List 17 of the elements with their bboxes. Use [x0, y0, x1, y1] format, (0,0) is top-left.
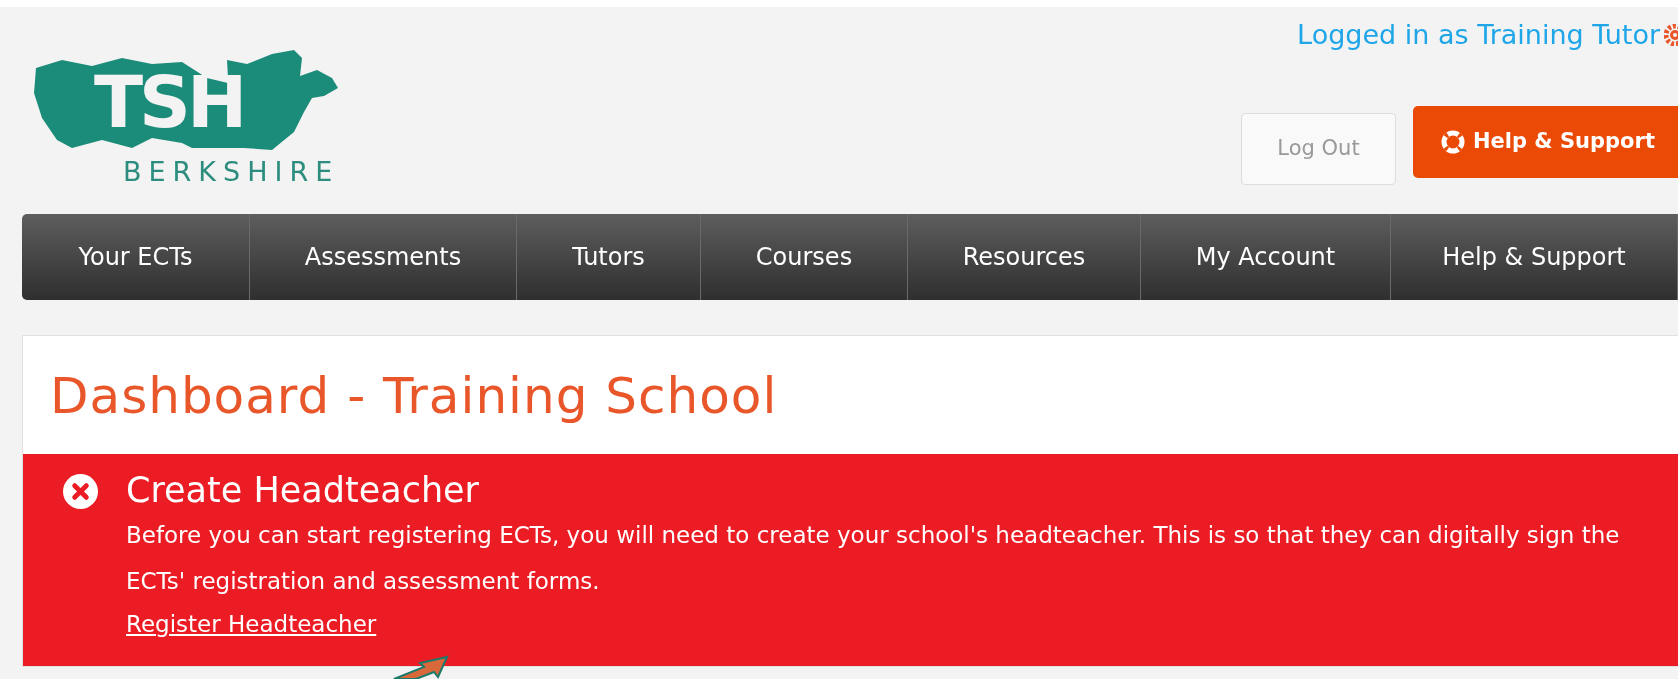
nav-item[interactable]: Help & Support — [1391, 214, 1678, 300]
nav-item[interactable]: My Account — [1141, 214, 1391, 300]
error-icon — [63, 474, 98, 509]
alert-title: Create Headteacher — [126, 469, 479, 512]
pointer-arrow-drawing — [392, 655, 450, 679]
lifebuoy-icon — [1441, 129, 1465, 154]
help-support-button[interactable]: Help & Support — [1413, 105, 1678, 178]
nav-item[interactable]: Your ECTs — [22, 214, 250, 300]
logo-mark: TSH — [94, 66, 244, 138]
nav-item[interactable]: Courses — [701, 214, 908, 300]
register-headteacher-link[interactable]: Register Headteacher — [126, 604, 377, 644]
nav-item[interactable]: Assessments — [250, 214, 517, 300]
nav-item[interactable]: Tutors — [517, 214, 701, 300]
alert-message: Before you can start registering ECTs, you will need to create your school's headteacher. This is so that they can digitally sign the ECTs' registration and assessment forms. — [126, 521, 1621, 596]
nav-item[interactable]: Resources — [908, 214, 1141, 300]
logo-region: BERKSHIRE — [123, 158, 340, 185]
page-title: Dashboard - Training School — [49, 366, 779, 427]
